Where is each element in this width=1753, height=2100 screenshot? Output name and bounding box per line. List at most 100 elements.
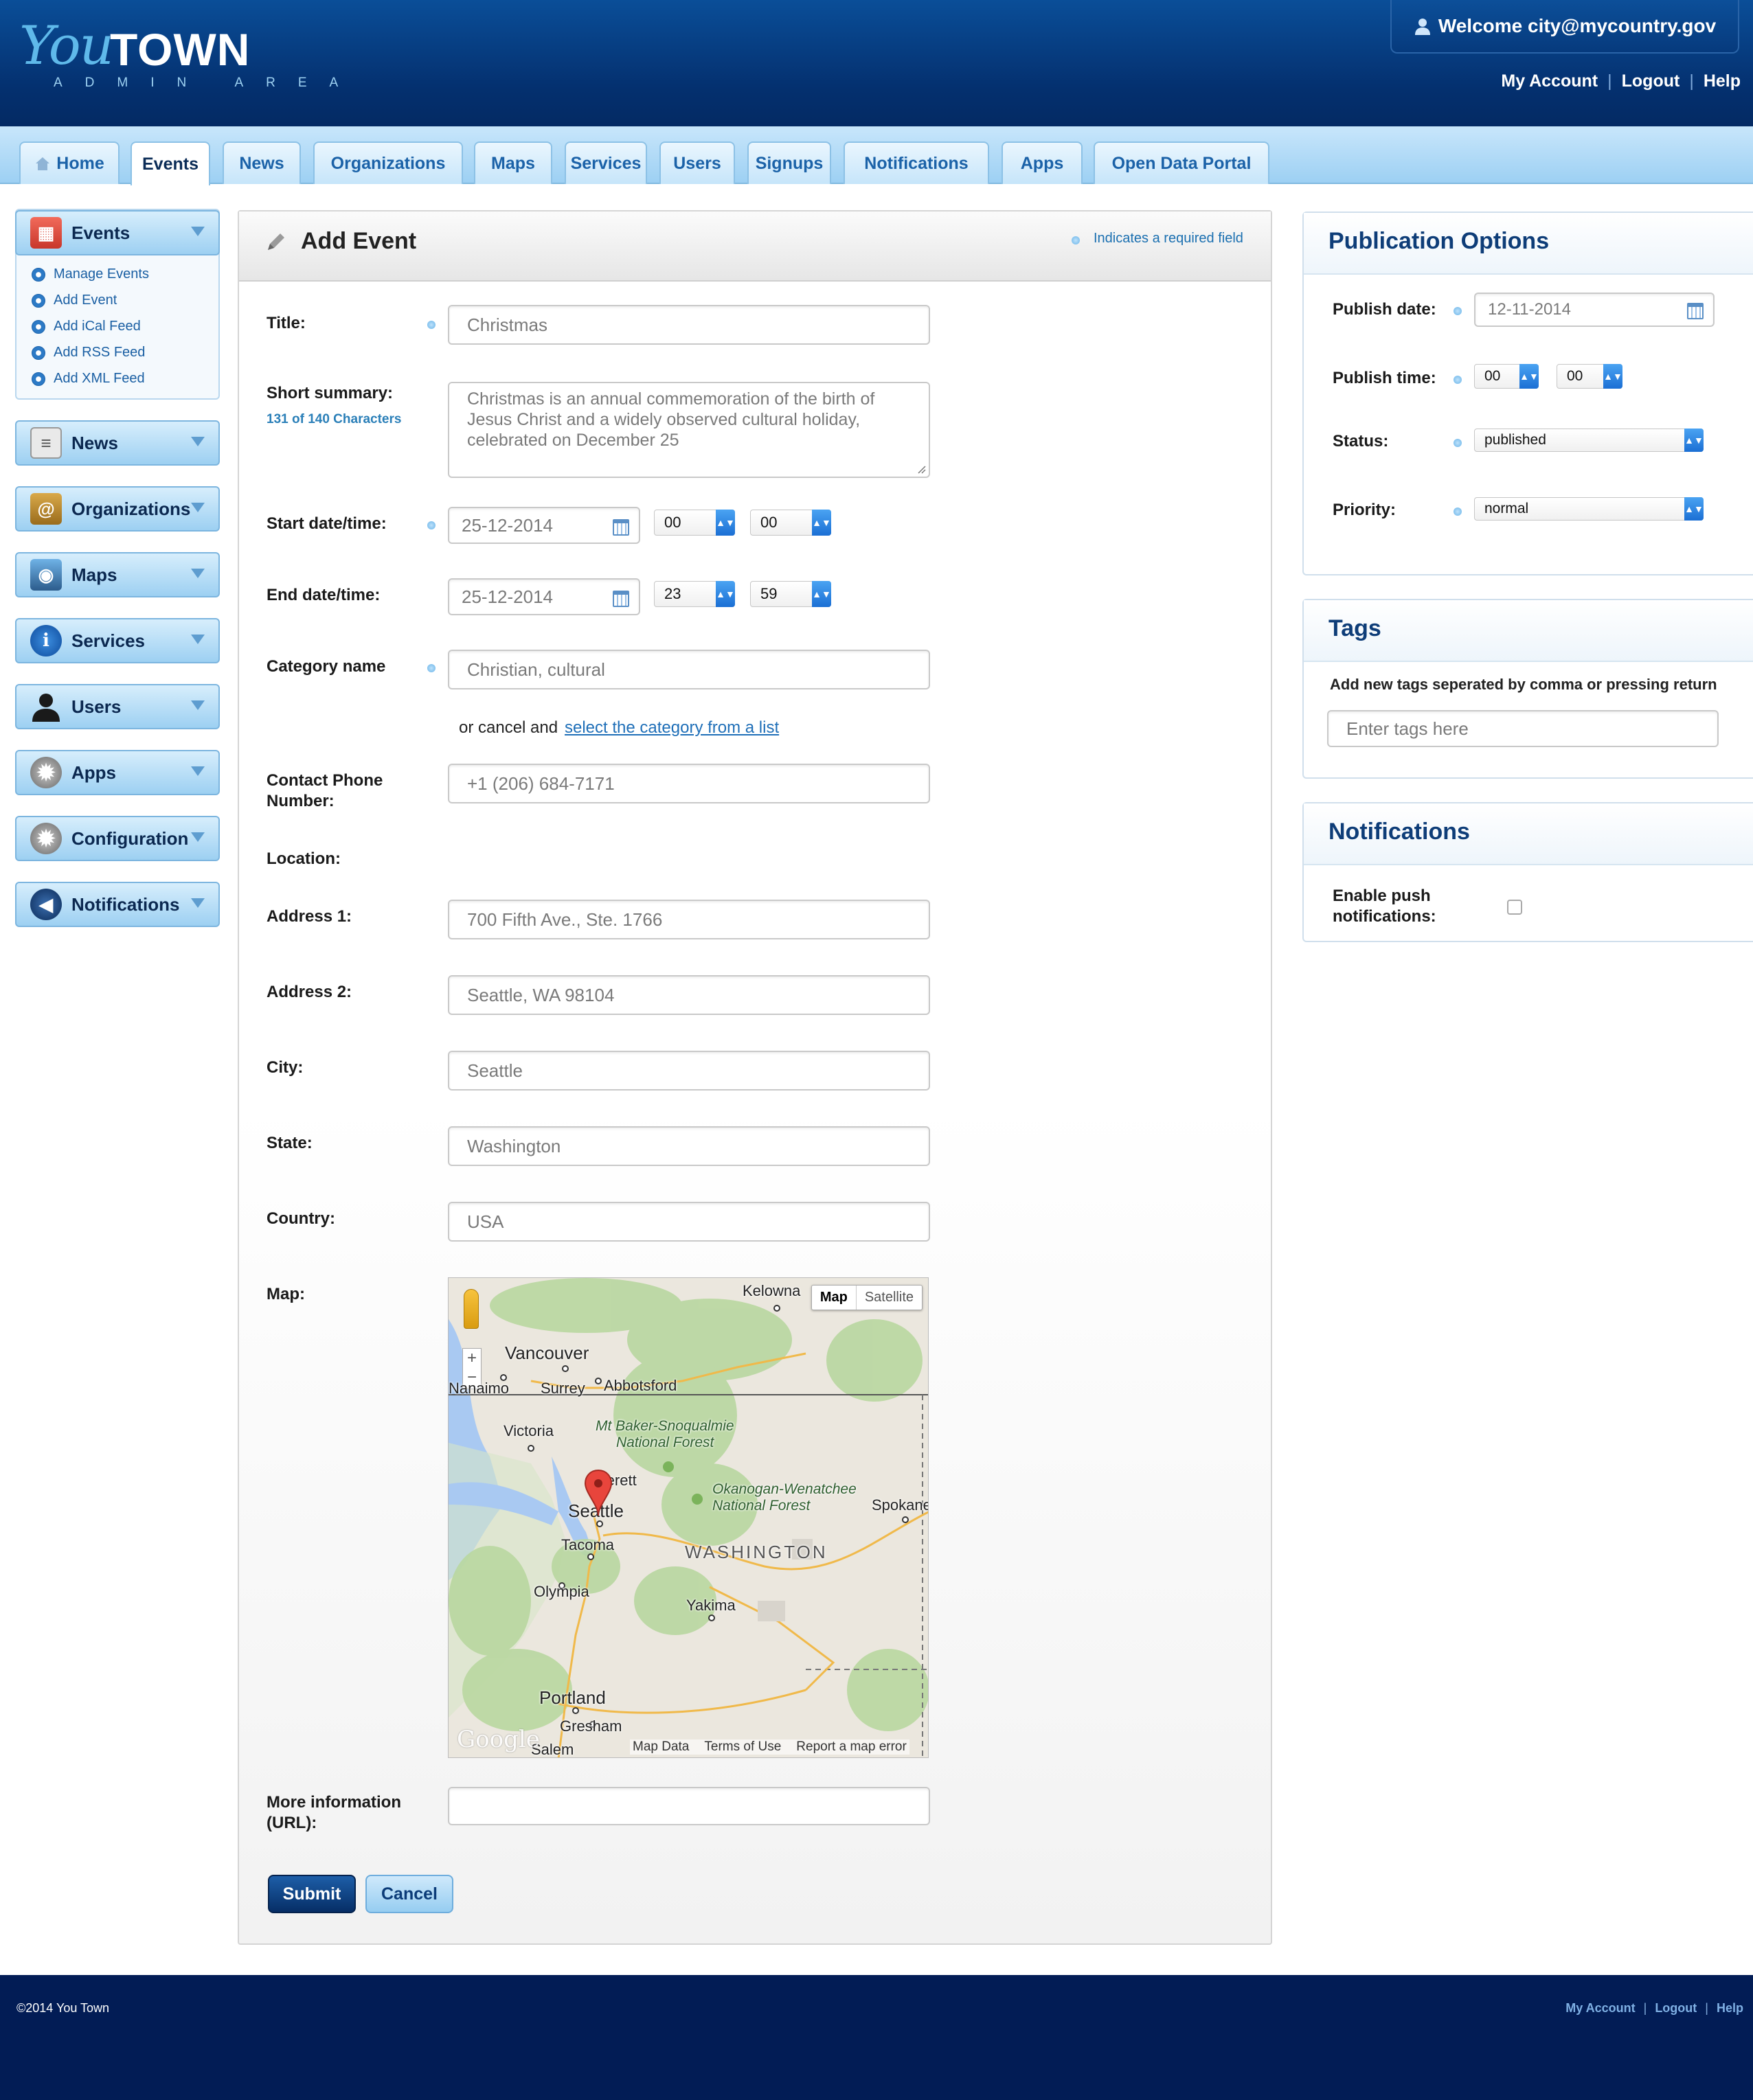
tags-input[interactable]: Enter tags here <box>1327 710 1719 747</box>
address1-input[interactable]: 700 Fifth Ave., Ste. 1766 <box>448 900 930 939</box>
my-account-link[interactable]: My Account <box>1501 71 1598 91</box>
tags-panel: Tags Add new tags seperated by comma or … <box>1302 599 1753 779</box>
tab-users[interactable]: Users <box>659 141 735 184</box>
select-category-link[interactable]: select the category from a list <box>565 718 779 738</box>
publish-minute-select[interactable]: 00 ▲▼ <box>1557 364 1622 389</box>
calendar-icon[interactable] <box>1687 303 1704 319</box>
footer-logout-link[interactable]: Logout <box>1655 2001 1697 2016</box>
logo-subtitle: ADMIN AREA <box>54 76 361 90</box>
sidebar-section-events[interactable]: ▦ Events <box>15 210 220 255</box>
tab-open-data-portal[interactable]: Open Data Portal <box>1094 141 1269 184</box>
start-minute-select[interactable]: 00 ▲▼ <box>750 510 831 536</box>
logo-you[interactable]: You <box>19 15 114 77</box>
sidebar-item-add-xml-feed[interactable]: Add XML Feed <box>32 371 145 387</box>
tab-organizations[interactable]: Organizations <box>313 141 463 184</box>
tab-signups[interactable]: Signups <box>747 141 831 184</box>
resize-handle-icon[interactable] <box>915 463 926 474</box>
required-indicator-icon <box>1454 307 1462 315</box>
label-line: More information <box>267 1793 401 1812</box>
sidebar-section-label: Organizations <box>71 498 191 519</box>
sidebar-section-news[interactable]: ≡ News <box>15 420 220 466</box>
sidebar-item-add-event[interactable]: Add Event <box>32 293 117 308</box>
submit-button[interactable]: Submit <box>268 1875 356 1913</box>
sidebar-section-organizations[interactable]: @ Organizations <box>15 486 220 532</box>
more-info-url-input[interactable] <box>448 1787 930 1825</box>
terms-of-use-link[interactable]: Terms of Use <box>704 1739 781 1755</box>
short-summary-label: Short summary: <box>267 384 394 402</box>
sidebar-section-label: Notifications <box>71 893 180 915</box>
calendar-icon[interactable] <box>613 591 629 607</box>
tab-home[interactable]: Home <box>19 141 120 184</box>
sidebar-section-notifications[interactable]: ◀ Notifications <box>15 882 220 927</box>
sidebar-item-add-ical-feed[interactable]: Add iCal Feed <box>32 319 141 334</box>
city-input[interactable]: Seattle <box>448 1051 930 1091</box>
calendar-icon: ▦ <box>30 217 62 249</box>
category-name-input[interactable]: Christian, cultural <box>448 650 930 689</box>
footer-my-account-link[interactable]: My Account <box>1565 2001 1635 2016</box>
tab-services[interactable]: Services <box>565 141 647 184</box>
street-view-pegman-icon[interactable] <box>464 1289 479 1329</box>
end-hour-select[interactable]: 23 ▲▼ <box>654 581 735 607</box>
site-footer: ©2014 You Town My Account | Logout | Hel… <box>0 1975 1753 2100</box>
required-indicator-icon <box>1072 236 1080 244</box>
notifications-panel: Notifications Enable push notifications: <box>1302 802 1753 942</box>
sidebar-section-configuration[interactable]: ✹ Configuration <box>15 816 220 861</box>
location-marker-icon[interactable] <box>583 1469 613 1517</box>
short-summary-textarea[interactable]: Christmas is an annual commemoration of … <box>448 382 930 478</box>
label-line: notifications: <box>1333 907 1436 926</box>
map-label-gresham: Gresham <box>560 1717 622 1735</box>
tab-news[interactable]: News <box>223 141 301 184</box>
report-map-error-link[interactable]: Report a map error <box>796 1739 907 1755</box>
chevron-down-icon <box>191 227 205 236</box>
sidebar-item-manage-events[interactable]: Manage Events <box>32 266 149 282</box>
required-indicator-icon <box>427 664 436 672</box>
map-type-map-button[interactable]: Map <box>812 1286 857 1310</box>
address-book-icon: @ <box>30 493 62 525</box>
cancel-button[interactable]: Cancel <box>365 1875 453 1913</box>
tab-label: Events <box>142 154 199 174</box>
map-type-satellite-button[interactable]: Satellite <box>857 1286 922 1310</box>
summary-line: Christmas is an annual commemoration of … <box>467 389 875 409</box>
welcome-text: Welcome city@mycountry.gov <box>1438 15 1717 36</box>
state-input[interactable]: Washington <box>448 1126 930 1166</box>
logout-link[interactable]: Logout <box>1622 71 1680 91</box>
footer-help-link[interactable]: Help <box>1717 2001 1743 2016</box>
sidebar-section-users[interactable]: Users <box>15 684 220 729</box>
status-select[interactable]: published ▲▼ <box>1474 429 1704 452</box>
title-label: Title: <box>267 314 306 332</box>
tab-maps[interactable]: Maps <box>474 141 552 184</box>
tab-events[interactable]: Events <box>131 141 210 185</box>
location-map[interactable]: Map Satellite + − Kelowna Vancouver Nana… <box>448 1277 929 1758</box>
enable-push-checkbox[interactable] <box>1507 900 1522 915</box>
calendar-icon[interactable] <box>613 519 629 536</box>
divider: | <box>1643 2001 1647 2015</box>
logo-town[interactable]: TOWN <box>110 23 250 76</box>
top-links: My Account | Logout | Help <box>1501 71 1741 91</box>
start-date-input[interactable]: 25-12-2014 <box>448 507 640 544</box>
title-input[interactable]: Christmas <box>448 305 930 345</box>
start-hour-select[interactable]: 00 ▲▼ <box>654 510 735 536</box>
contact-phone-input[interactable]: +1 (206) 684-7171 <box>448 764 930 803</box>
tab-apps[interactable]: Apps <box>1002 141 1083 184</box>
tab-notifications[interactable]: Notifications <box>844 141 989 184</box>
main-tab-bar: Home Events News Organizations Maps Serv… <box>0 126 1753 185</box>
sidebar-item-add-rss-feed[interactable]: Add RSS Feed <box>32 345 145 361</box>
sidebar-section-services[interactable]: i Services <box>15 618 220 663</box>
spinner-icon: ▲▼ <box>812 581 831 607</box>
country-input[interactable]: USA <box>448 1202 930 1242</box>
end-minute-select[interactable]: 59 ▲▼ <box>750 581 831 607</box>
publish-date-input[interactable]: 12-11-2014 <box>1474 293 1715 327</box>
sidebar-section-apps[interactable]: ✹ Apps <box>15 750 220 795</box>
end-date-input[interactable]: 25-12-2014 <box>448 578 640 615</box>
sidebar-section-maps[interactable]: ◉ Maps <box>15 552 220 597</box>
zoom-in-button[interactable]: + <box>463 1349 481 1368</box>
start-datetime-label: Start date/time: <box>267 514 387 533</box>
tab-label: Users <box>673 153 721 173</box>
map-data-link[interactable]: Map Data <box>633 1739 689 1755</box>
priority-select[interactable]: normal ▲▼ <box>1474 497 1704 521</box>
required-indicator-icon <box>1454 507 1462 516</box>
address2-input[interactable]: Seattle, WA 98104 <box>448 975 930 1015</box>
help-link[interactable]: Help <box>1704 71 1741 91</box>
tab-label: Signups <box>755 153 824 173</box>
publish-hour-select[interactable]: 00 ▲▼ <box>1474 364 1539 389</box>
